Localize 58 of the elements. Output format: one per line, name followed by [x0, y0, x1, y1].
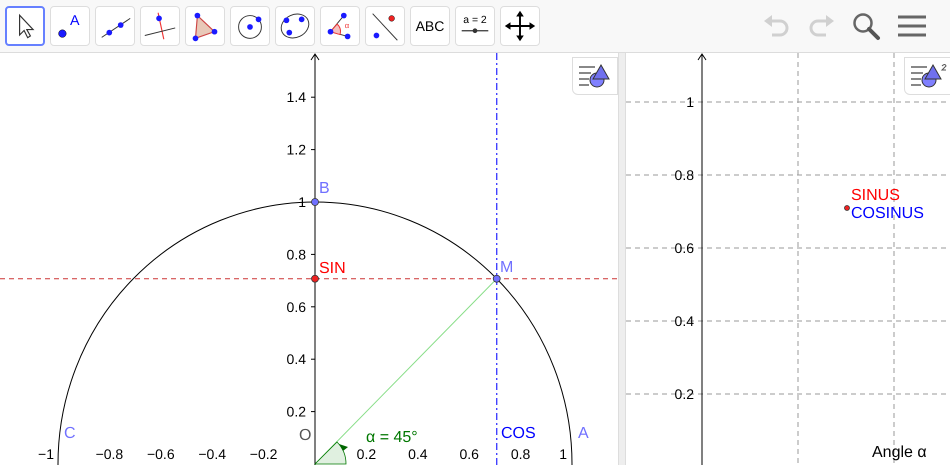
point-label: B: [319, 180, 330, 197]
angle-marker: [314, 442, 348, 464]
tick-label: 0.4: [408, 446, 428, 462]
angle-label: α = 45°: [366, 429, 418, 446]
tick-label: 0.6: [674, 240, 694, 256]
point-label: COSINUS: [851, 205, 924, 222]
angle-tool[interactable]: α: [320, 6, 360, 46]
tick-label: 0.8: [674, 167, 694, 183]
point-label: SIN: [319, 260, 346, 277]
point-label: SINUS: [851, 187, 900, 204]
text-tool[interactable]: ABC: [410, 6, 450, 46]
slider-tool[interactable]: a = 2: [455, 6, 495, 46]
point[interactable]: [492, 274, 501, 283]
style-bar-icon: [911, 63, 947, 89]
conic-tool[interactable]: [275, 6, 315, 46]
point-label: O: [299, 427, 312, 444]
line-tool[interactable]: [95, 6, 135, 46]
tick-label: 1: [559, 446, 567, 462]
point-label: M: [500, 259, 514, 276]
reflect-tool[interactable]: [365, 6, 405, 46]
point[interactable]: [311, 274, 319, 283]
tick-label: −1: [38, 446, 54, 462]
tick-label: −0.2: [250, 446, 278, 462]
tick-label: 1: [686, 94, 694, 110]
tick-label: 0.6: [286, 298, 306, 315]
move-tool[interactable]: [5, 6, 45, 46]
point-label: A: [578, 425, 589, 442]
search-icon: [851, 11, 881, 41]
tick-label: 1.4: [286, 89, 306, 106]
polygon-tool[interactable]: [185, 6, 225, 46]
tick-label: 0.6: [459, 446, 479, 462]
tick-label: −0.8: [96, 446, 124, 462]
tick-label: 1.2: [286, 142, 306, 158]
tick-label: 0.8: [286, 246, 306, 262]
circle-tool[interactable]: [230, 6, 270, 46]
tick-label: 0.4: [286, 351, 306, 368]
tick-label: −0.6: [146, 446, 175, 462]
axis-label: Angle α: [872, 444, 927, 461]
style-bar-button[interactable]: [572, 57, 618, 95]
style-bar-icon: [579, 63, 611, 89]
tick-label: 0.8: [510, 446, 530, 462]
menu-icon: [898, 14, 926, 38]
point-label: COS: [501, 425, 536, 442]
tick-label: 0.2: [286, 404, 306, 420]
perpendicular-tool[interactable]: [140, 6, 180, 46]
icon-label: α: [344, 20, 350, 30]
point-label: C: [64, 425, 76, 442]
tick-label: −0.4: [198, 446, 226, 462]
tick-label: 0.4: [674, 313, 694, 329]
point[interactable]: [311, 198, 319, 206]
pan-tool[interactable]: [500, 6, 540, 46]
tick-label: 0.2: [674, 386, 694, 402]
tick-label: 0.2: [356, 446, 376, 462]
icon-label: a = 2: [463, 15, 487, 26]
style-bar-button[interactable]: [904, 57, 950, 95]
icon-label: A: [70, 13, 80, 30]
point-tool[interactable]: A: [50, 6, 90, 46]
point[interactable]: [844, 205, 850, 211]
